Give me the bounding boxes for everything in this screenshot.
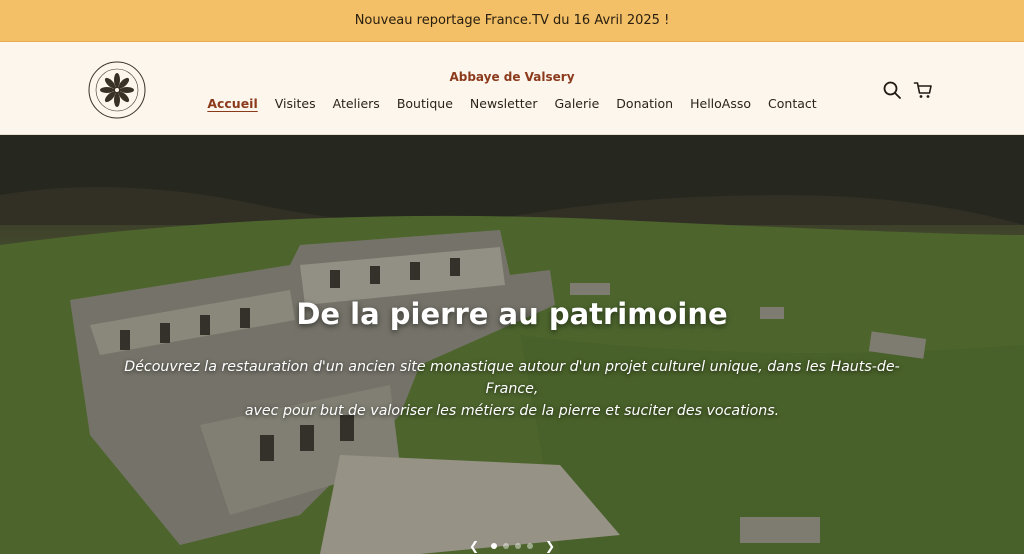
nav-item-galerie[interactable]: Galerie <box>546 96 608 111</box>
carousel-dot-4[interactable] <box>527 543 533 549</box>
nav-item-ateliers[interactable]: Ateliers <box>324 96 388 111</box>
carousel-next-icon[interactable]: ❯ <box>539 539 561 553</box>
hero-banner: De la pierre au patrimoine Découvrez la … <box>0 135 1024 554</box>
announcement-text[interactable]: Nouveau reportage France.TV du 16 Avril … <box>355 13 670 28</box>
main-nav: Accueil Visites Ateliers Boutique Newsle… <box>0 96 1024 111</box>
site-title[interactable]: Abbaye de Valsery <box>0 70 1024 84</box>
nav-item-visites[interactable]: Visites <box>266 96 324 111</box>
announcement-bar[interactable]: Nouveau reportage France.TV du 16 Avril … <box>0 0 1024 42</box>
nav-item-newsletter[interactable]: Newsletter <box>461 96 546 111</box>
hero-background-image <box>0 135 1024 554</box>
nav-item-helloasso[interactable]: HelloAsso <box>682 96 760 111</box>
site-header: Abbaye de Valsery Accueil Visites Atelie… <box>0 42 1024 135</box>
hero-description-line-1: Découvrez la restauration d'un ancien si… <box>124 359 900 397</box>
carousel-dot-3[interactable] <box>515 543 521 549</box>
carousel-dot-1[interactable] <box>491 543 497 549</box>
carousel-dot-2[interactable] <box>503 543 509 549</box>
nav-item-contact[interactable]: Contact <box>760 96 826 111</box>
cart-icon[interactable] <box>913 80 933 100</box>
hero-description-line-2: avec pour but de valoriser les métiers d… <box>244 403 780 419</box>
nav-item-boutique[interactable]: Boutique <box>388 96 461 111</box>
hero-description: Découvrez la restauration d'un ancien si… <box>112 356 912 422</box>
nav-item-accueil[interactable]: Accueil <box>199 96 266 111</box>
search-icon[interactable] <box>882 80 902 100</box>
hero-title: De la pierre au patrimoine <box>296 297 728 331</box>
carousel-prev-icon[interactable]: ❮ <box>463 539 485 553</box>
nav-item-donation[interactable]: Donation <box>608 96 682 111</box>
carousel-controls: ❮ ❯ <box>0 539 1024 553</box>
